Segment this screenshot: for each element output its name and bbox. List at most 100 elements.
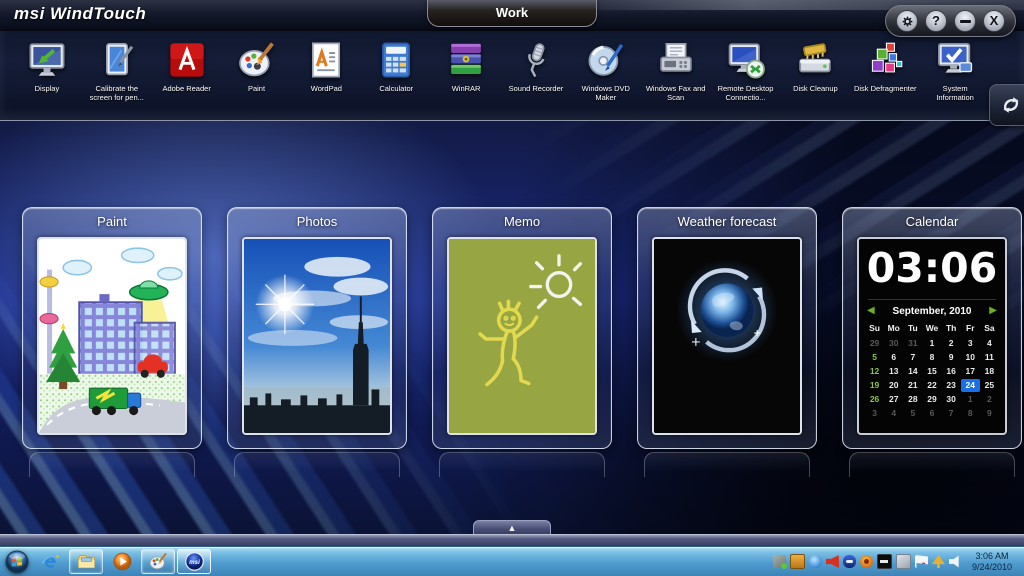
calendar-day[interactable]: 4 [884,407,903,420]
next-month-button[interactable]: ▶ [989,305,997,317]
close-button[interactable]: X [983,10,1005,32]
tab-work[interactable]: Work [427,0,597,27]
tray-security-icon[interactable] [860,555,873,568]
tray-display-utility-icon[interactable] [790,554,805,569]
tray-action-center-flag-icon[interactable] [915,555,928,568]
calendar-day[interactable]: 26 [865,393,884,406]
app-dvd-maker[interactable]: Windows DVD Maker [571,38,641,102]
calendar-day[interactable]: 31 [903,337,922,350]
calendar-day[interactable]: 23 [942,379,961,392]
tray-msi-utility-icon[interactable] [843,555,856,568]
card-paint[interactable]: Paint [22,207,202,449]
card-photos[interactable]: Photos [227,207,407,449]
tray-bluetooth-icon[interactable] [809,555,822,568]
app-sound-recorder-label: Sound Recorder [509,85,564,94]
tray-volume-icon[interactable] [949,555,962,568]
calendar-day[interactable]: 30 [884,337,903,350]
taskbar-windows-explorer[interactable] [69,549,103,574]
calendar-day[interactable]: 24 [961,379,980,392]
app-wordpad[interactable]: WordPad [291,38,361,102]
calendar-day[interactable]: 1 [961,393,980,406]
tray-pointer-utility-icon[interactable] [932,555,945,568]
calendar-day[interactable]: 6 [922,407,941,420]
taskbar-media-player[interactable] [105,549,139,574]
calendar-day[interactable]: 9 [942,351,961,364]
app-winrar[interactable]: WinRAR [431,38,501,102]
calendar-day[interactable]: 29 [865,337,884,350]
main-canvas: Paint [0,120,1024,547]
app-calibrate-screen[interactable]: Calibrate the screen for pen... [82,38,152,102]
calendar-day[interactable]: 12 [865,365,884,378]
app-disk-defragmenter[interactable]: Disk Defragmenter [850,38,920,102]
calendar-day[interactable]: 27 [884,393,903,406]
calendar-day-header: Th [942,321,961,336]
app-disk-cleanup[interactable]: Disk Cleanup [780,38,850,102]
calendar-day[interactable]: 14 [903,365,922,378]
app-disk-defragmenter-label: Disk Defragmenter [854,85,917,94]
calendar-day[interactable]: 8 [961,407,980,420]
app-wordpad-label: WordPad [311,85,342,94]
calendar-day[interactable]: 6 [884,351,903,364]
app-paint[interactable]: Paint [222,38,292,102]
calendar-day[interactable]: 28 [903,393,922,406]
app-adobe-reader[interactable]: Adobe Reader [152,38,222,102]
card-photos-title: Photos [228,208,406,229]
calendar-day[interactable]: 5 [865,351,884,364]
start-button[interactable] [2,548,32,575]
calendar-day[interactable]: 7 [942,407,961,420]
calendar-day[interactable]: 15 [922,365,941,378]
app-fax-scan[interactable]: Windows Fax and Scan [641,38,711,102]
calendar-day[interactable]: 17 [961,365,980,378]
tray-network-icon[interactable] [773,555,786,568]
help-button[interactable]: ? [925,10,947,32]
tray-audio-utility-icon[interactable] [826,555,839,568]
calendar-day[interactable]: 3 [865,407,884,420]
calendar-day[interactable]: 4 [980,337,999,350]
calendar-day[interactable]: 8 [922,351,941,364]
calendar-day[interactable]: 2 [942,337,961,350]
calendar-day[interactable]: 2 [980,393,999,406]
calendar-day[interactable]: 3 [961,337,980,350]
tray-input-language-icon[interactable] [877,554,892,569]
app-display[interactable]: Display [12,38,82,102]
taskbar-internet-explorer[interactable] [33,549,67,574]
calendar-day[interactable]: 22 [922,379,941,392]
tray-print-queue-icon[interactable] [896,554,911,569]
calendar-day[interactable]: 7 [903,351,922,364]
app-calibrate-screen-label: Calibrate the screen for pen... [85,85,149,102]
calendar-day[interactable]: 10 [961,351,980,364]
calendar-day[interactable]: 16 [942,365,961,378]
calendar-day[interactable]: 13 [884,365,903,378]
calendar-day[interactable]: 18 [980,365,999,378]
prev-month-button[interactable]: ◀ [867,305,875,317]
calendar-day[interactable]: 1 [922,337,941,350]
card-calendar[interactable]: Calendar 03:06 ◀ September, 2010 ▶ SuMoT… [842,207,1022,449]
card-memo[interactable]: Memo [432,207,612,449]
calendar-day[interactable]: 25 [980,379,999,392]
settings-button[interactable] [896,10,918,32]
calendar-day[interactable]: 11 [980,351,999,364]
calendar-day[interactable]: 30 [942,393,961,406]
taskbar-paint[interactable] [141,549,175,574]
taskbar-clock[interactable]: 3:06 AM 9/24/2010 [966,551,1020,572]
calendar-day[interactable]: 9 [980,407,999,420]
minimize-button[interactable] [954,10,976,32]
calendar-day[interactable]: 29 [922,393,941,406]
sync-button[interactable] [989,84,1024,126]
taskbar-msi-windtouch[interactable]: msi [177,549,211,574]
app-system-information[interactable]: System Information [920,38,990,102]
microphone-icon [514,38,558,82]
calendar-day[interactable]: 19 [865,379,884,392]
memo-preview [447,237,597,435]
app-remote-desktop[interactable]: Remote Desktop Connectio... [711,38,781,102]
card-weather[interactable]: Weather forecast [637,207,817,449]
app-calculator[interactable]: Calculator [361,38,431,102]
app-adobe-reader-label: Adobe Reader [162,85,210,94]
calendar-day[interactable]: 5 [903,407,922,420]
app-system-information-label: System Information [923,85,987,102]
windows-orb-icon [5,550,29,574]
calendar-day[interactable]: 20 [884,379,903,392]
title-bar: msi WindTouch Work ? X [0,0,1024,31]
calendar-day[interactable]: 21 [903,379,922,392]
app-sound-recorder[interactable]: Sound Recorder [501,38,571,102]
